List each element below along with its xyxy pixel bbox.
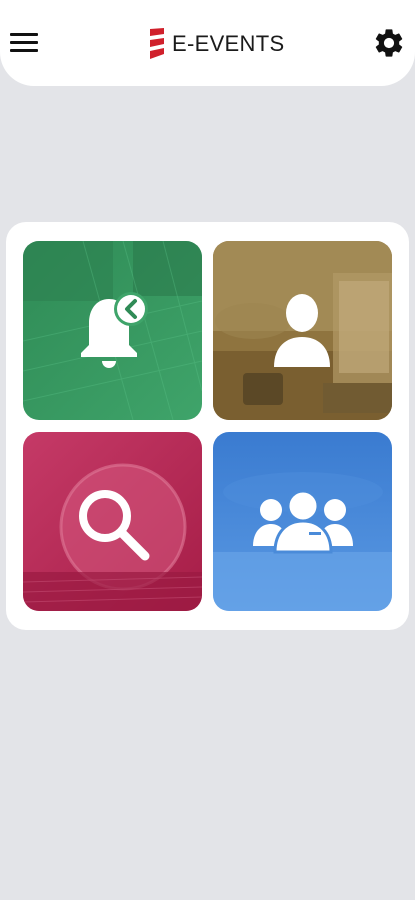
notifications-tile[interactable] — [23, 241, 202, 420]
brand-logo-icon — [150, 28, 164, 59]
top-bar: E-EVENTS — [0, 0, 415, 86]
settings-button[interactable] — [372, 26, 406, 60]
participants-tile[interactable] — [213, 432, 392, 611]
profile-tile[interactable] — [213, 241, 392, 420]
app-screen: E-EVENTS — [0, 0, 415, 900]
user-icon — [274, 294, 330, 367]
menu-button[interactable] — [10, 30, 38, 54]
group-icon — [253, 490, 353, 554]
brand: E-EVENTS — [148, 28, 284, 60]
app-title: E-EVENTS — [172, 31, 285, 56]
magnifier-icon — [79, 490, 150, 561]
search-tile[interactable] — [23, 432, 202, 611]
hamburger-menu-icon — [10, 33, 38, 36]
gear-icon — [375, 29, 403, 57]
menu-panel — [6, 222, 409, 630]
bell-back-icon — [81, 292, 148, 368]
